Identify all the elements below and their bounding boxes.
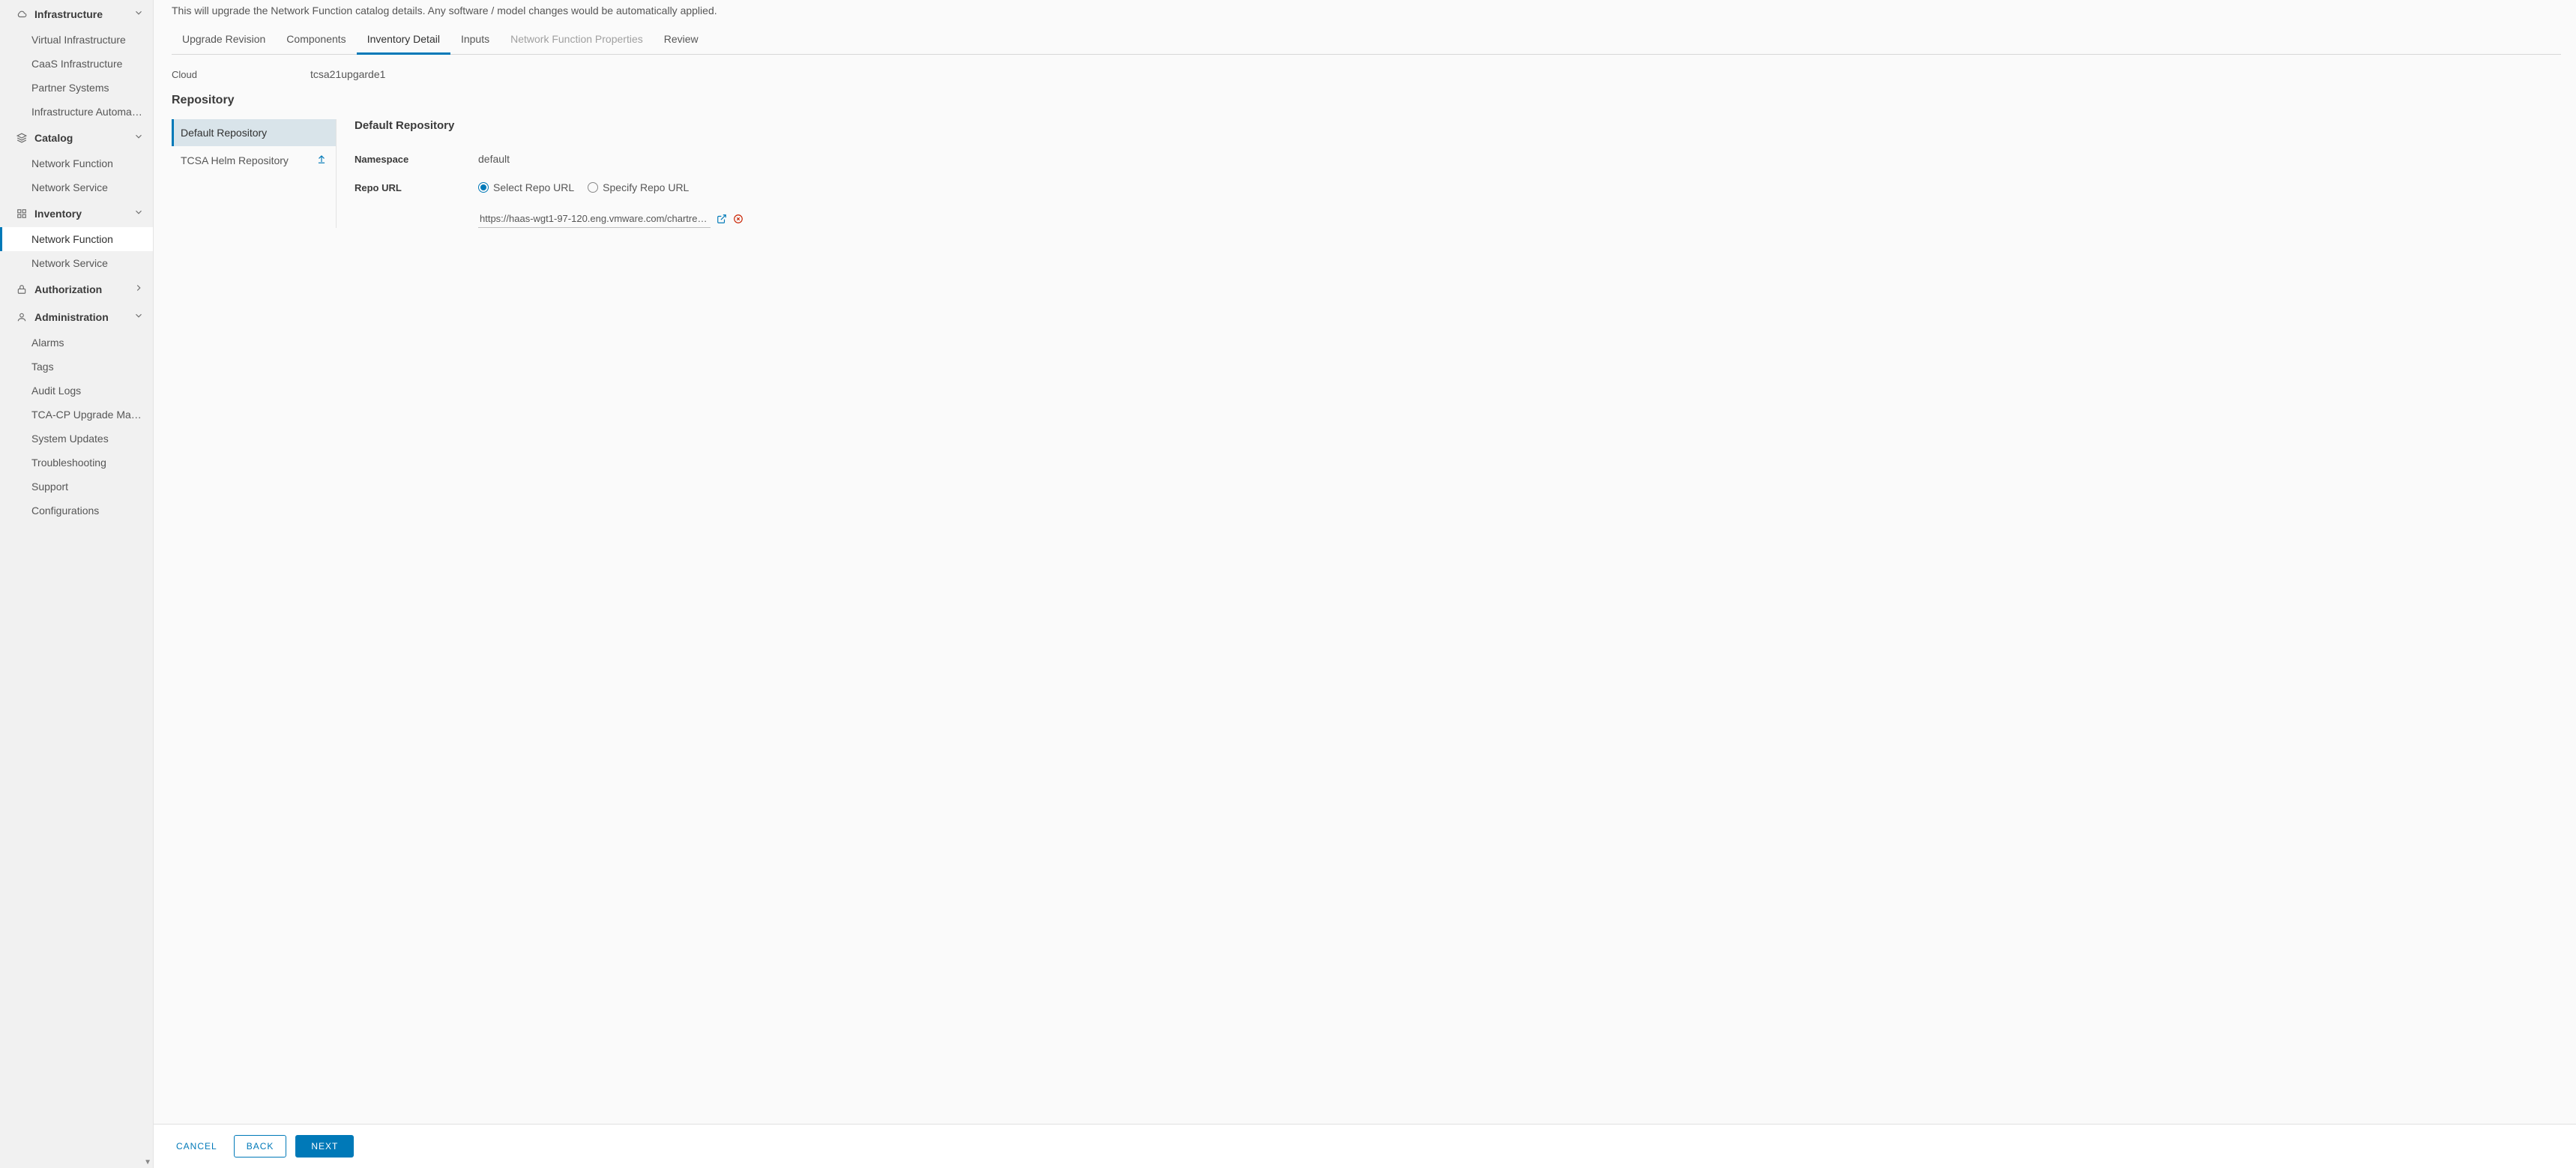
- user-icon: [16, 312, 28, 322]
- chevron-right-icon: [133, 283, 144, 295]
- tab-upgrade-revision[interactable]: Upgrade Revision: [172, 27, 276, 54]
- group-header-catalog[interactable]: Catalog: [0, 124, 153, 151]
- repo-url-value-row: [478, 210, 2561, 228]
- repository-list: Default Repository TCSA Helm Repository: [172, 119, 337, 228]
- clear-icon[interactable]: [733, 214, 743, 224]
- tab-network-function-properties: Network Function Properties: [500, 27, 654, 54]
- lock-icon: [16, 284, 28, 295]
- sidebar-group-authorization: Authorization: [0, 275, 153, 303]
- repo-url-row: Repo URL Select Repo URL Specify Repo UR…: [355, 181, 2561, 193]
- sidebar: Infrastructure Virtual Infrastructure Ca…: [0, 0, 154, 1168]
- sidebar-item-configurations[interactable]: Configurations: [0, 499, 153, 523]
- cancel-button[interactable]: CANCEL: [169, 1135, 225, 1158]
- sidebar-item-support[interactable]: Support: [0, 475, 153, 499]
- repository-two-column: Default Repository TCSA Helm Repository …: [172, 119, 2561, 228]
- chevron-down-icon: [133, 310, 144, 323]
- tab-bar: Upgrade Revision Components Inventory De…: [172, 27, 2561, 55]
- repo-url-input[interactable]: [478, 210, 711, 228]
- sidebar-item-caas-infrastructure[interactable]: CaaS Infrastructure: [0, 52, 153, 76]
- sidebar-item-audit-logs[interactable]: Audit Logs: [0, 379, 153, 403]
- group-label: Inventory: [34, 208, 133, 220]
- sidebar-group-catalog: Catalog Network Function Network Service: [0, 124, 153, 199]
- namespace-value: default: [478, 153, 510, 165]
- sidebar-item-partner-systems[interactable]: Partner Systems: [0, 76, 153, 100]
- sidebar-item-inventory-network-function[interactable]: Network Function: [0, 227, 153, 251]
- sidebar-item-tags[interactable]: Tags: [0, 355, 153, 379]
- sidebar-item-catalog-network-service[interactable]: Network Service: [0, 175, 153, 199]
- namespace-label: Namespace: [355, 154, 478, 165]
- sidebar-item-alarms[interactable]: Alarms: [0, 331, 153, 355]
- repo-item-label: TCSA Helm Repository: [181, 154, 289, 166]
- namespace-row: Namespace default: [355, 153, 2561, 165]
- repo-item-default[interactable]: Default Repository: [172, 119, 336, 146]
- tab-inputs[interactable]: Inputs: [450, 27, 500, 54]
- repo-item-label: Default Repository: [181, 127, 267, 139]
- tab-review[interactable]: Review: [654, 27, 709, 54]
- repository-section-title: Repository: [172, 94, 2561, 107]
- cloud-label: Cloud: [172, 69, 310, 80]
- external-link-icon[interactable]: [717, 214, 727, 224]
- repo-item-tcsa-helm[interactable]: TCSA Helm Repository: [172, 146, 336, 174]
- radio-label: Specify Repo URL: [603, 181, 689, 193]
- group-label: Catalog: [34, 132, 133, 144]
- group-label: Infrastructure: [34, 8, 133, 20]
- page-description: This will upgrade the Network Function c…: [172, 4, 2561, 16]
- sidebar-item-system-updates[interactable]: System Updates: [0, 427, 153, 451]
- radio-dot-icon: [588, 182, 598, 193]
- sidebar-item-virtual-infrastructure[interactable]: Virtual Infrastructure: [0, 28, 153, 52]
- scroll-down-icon[interactable]: ▼: [144, 1158, 151, 1167]
- sidebar-item-inventory-network-service[interactable]: Network Service: [0, 251, 153, 275]
- sidebar-item-catalog-network-function[interactable]: Network Function: [0, 151, 153, 175]
- repo-url-radio-group: Select Repo URL Specify Repo URL: [478, 181, 689, 193]
- cloud-icon: [16, 9, 28, 19]
- main-panel: This will upgrade the Network Function c…: [154, 0, 2576, 1168]
- radio-label: Select Repo URL: [493, 181, 574, 193]
- group-header-authorization[interactable]: Authorization: [0, 275, 153, 303]
- radio-specify-repo-url[interactable]: Specify Repo URL: [588, 181, 689, 193]
- sidebar-group-administration: Administration Alarms Tags Audit Logs TC…: [0, 303, 153, 523]
- sidebar-group-inventory: Inventory Network Function Network Servi…: [0, 199, 153, 275]
- group-header-administration[interactable]: Administration: [0, 303, 153, 331]
- grid-icon: [16, 208, 28, 219]
- group-label: Authorization: [34, 283, 133, 295]
- repo-url-label: Repo URL: [355, 182, 478, 193]
- sidebar-item-infra-automation[interactable]: Infrastructure Automati...: [0, 100, 153, 124]
- group-header-inventory[interactable]: Inventory: [0, 199, 153, 227]
- chevron-down-icon: [133, 7, 144, 20]
- chevron-down-icon: [133, 131, 144, 144]
- group-header-infrastructure[interactable]: Infrastructure: [0, 0, 153, 28]
- detail-title: Default Repository: [355, 119, 2561, 132]
- back-button[interactable]: BACK: [234, 1135, 287, 1158]
- stack-icon: [16, 133, 28, 143]
- radio-select-repo-url[interactable]: Select Repo URL: [478, 181, 574, 193]
- repository-detail: Default Repository Namespace default Rep…: [337, 119, 2561, 228]
- group-label: Administration: [34, 311, 133, 323]
- wizard-footer: CANCEL BACK NEXT: [154, 1124, 2576, 1168]
- tab-components[interactable]: Components: [276, 27, 356, 54]
- next-button[interactable]: NEXT: [295, 1135, 354, 1158]
- chevron-down-icon: [133, 207, 144, 220]
- tab-inventory-detail[interactable]: Inventory Detail: [357, 27, 450, 55]
- upload-icon[interactable]: [316, 154, 327, 166]
- sidebar-item-tca-cp-upgrade[interactable]: TCA-CP Upgrade Mana...: [0, 403, 153, 427]
- cloud-row: Cloud tcsa21upgarde1: [172, 68, 2561, 80]
- cloud-value: tcsa21upgarde1: [310, 68, 385, 80]
- radio-dot-icon: [478, 182, 489, 193]
- sidebar-item-troubleshooting[interactable]: Troubleshooting: [0, 451, 153, 475]
- sidebar-group-infrastructure: Infrastructure Virtual Infrastructure Ca…: [0, 0, 153, 124]
